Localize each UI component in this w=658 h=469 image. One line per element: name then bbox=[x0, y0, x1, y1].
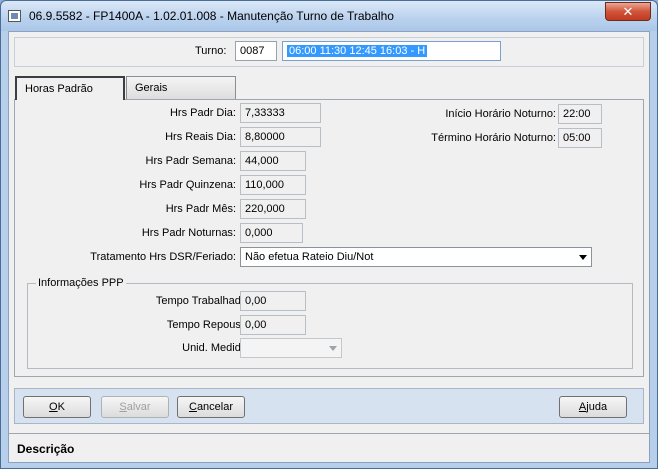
salvar-mnemonic: S bbox=[119, 401, 127, 413]
ok-button[interactable]: OK bbox=[23, 396, 91, 418]
description-bar: Descrição bbox=[9, 433, 649, 462]
chevron-down-icon bbox=[579, 255, 587, 260]
hrs-padr-quinzena-field[interactable]: 110,000 bbox=[240, 175, 306, 195]
tratamento-dsr-label: Tratamento Hrs DSR/Feriado: bbox=[90, 251, 236, 263]
hrs-padr-quinzena-label: Hrs Padr Quinzena: bbox=[139, 179, 236, 191]
tempo-repouso-field[interactable]: 0,00 bbox=[240, 315, 306, 335]
hrs-reais-dia-field[interactable]: 8,80000 bbox=[240, 127, 321, 147]
hrs-padr-noturnas-field[interactable]: 0,000 bbox=[240, 223, 303, 243]
termino-noturno-field[interactable]: 05:00 bbox=[558, 128, 602, 148]
title-bar[interactable]: 06.9.5582 - FP1400A - 1.02.01.008 - Manu… bbox=[1, 1, 657, 31]
chevron-down-icon bbox=[329, 346, 337, 351]
hrs-padr-mes-field[interactable]: 220,000 bbox=[240, 199, 306, 219]
tratamento-dsr-value: Não efetua Rateio Diu/Not bbox=[245, 251, 374, 263]
termino-noturno-label: Término Horário Noturno: bbox=[431, 132, 556, 144]
salvar-label: alvar bbox=[126, 401, 151, 413]
turno-panel: Turno: 0087 06:00 11:30 12:45 16:03 - H bbox=[14, 37, 644, 67]
hrs-padr-dia-field[interactable]: 7,33333 bbox=[240, 103, 321, 123]
hrs-reais-dia-label: Hrs Reais Dia: bbox=[165, 131, 236, 143]
dialog-window: 06.9.5582 - FP1400A - 1.02.01.008 - Manu… bbox=[0, 0, 658, 469]
button-bar: OK Salvar Cancelar Ajuda bbox=[14, 388, 644, 424]
tempo-trabalhado-field[interactable]: 0,00 bbox=[240, 291, 306, 311]
cancelar-button[interactable]: Cancelar bbox=[177, 396, 245, 418]
inicio-noturno-field[interactable]: 22:00 bbox=[558, 104, 602, 124]
close-button[interactable]: ✕ bbox=[605, 2, 651, 21]
ppp-groupbox: Informações PPP Tempo Trabalhado: 0,00 T… bbox=[27, 277, 633, 369]
inicio-noturno-label: Início Horário Noturno: bbox=[445, 108, 556, 120]
app-icon bbox=[8, 10, 21, 22]
hrs-padr-mes-label: Hrs Padr Mês: bbox=[165, 203, 236, 215]
cancelar-mnemonic: C bbox=[188, 401, 197, 413]
ok-label: K bbox=[57, 401, 65, 413]
ajuda-button[interactable]: Ajuda bbox=[559, 396, 627, 418]
ajuda-label: juda bbox=[586, 401, 608, 413]
description-label: Descrição bbox=[17, 442, 75, 456]
dialog-client-area: Turno: 0087 06:00 11:30 12:45 16:03 - H … bbox=[8, 31, 650, 463]
tab-horas-padrao[interactable]: Horas Padrão bbox=[15, 76, 125, 100]
window-title: 06.9.5582 - FP1400A - 1.02.01.008 - Manu… bbox=[29, 9, 394, 23]
salvar-button[interactable]: Salvar bbox=[101, 396, 169, 418]
horas-padrao-panel: Hrs Padr Dia: 7,33333 Hrs Reais Dia: 8,8… bbox=[14, 99, 644, 377]
turno-description-text: 06:00 11:30 12:45 16:03 - H bbox=[287, 45, 428, 57]
tempo-repouso-label: Tempo Repouso: bbox=[166, 319, 250, 331]
turno-code-field[interactable]: 0087 bbox=[235, 41, 277, 61]
hrs-padr-semana-label: Hrs Padr Semana: bbox=[145, 155, 236, 167]
unid-medida-select[interactable] bbox=[240, 338, 342, 358]
hrs-padr-dia-label: Hrs Padr Dia: bbox=[169, 107, 236, 119]
tab-gerais[interactable]: Gerais bbox=[126, 76, 236, 100]
tempo-trabalhado-label: Tempo Trabalhado: bbox=[155, 295, 250, 307]
ppp-group-title: Informações PPP bbox=[36, 277, 126, 289]
tratamento-dsr-select[interactable]: Não efetua Rateio Diu/Not bbox=[240, 247, 592, 267]
hrs-padr-noturnas-label: Hrs Padr Noturnas: bbox=[141, 227, 236, 239]
hrs-padr-semana-field[interactable]: 44,000 bbox=[240, 151, 306, 171]
turno-description-field[interactable]: 06:00 11:30 12:45 16:03 - H bbox=[282, 41, 501, 61]
ok-mnemonic: O bbox=[49, 401, 58, 413]
cancelar-label: ancelar bbox=[196, 401, 234, 413]
turno-label: Turno: bbox=[195, 45, 227, 57]
